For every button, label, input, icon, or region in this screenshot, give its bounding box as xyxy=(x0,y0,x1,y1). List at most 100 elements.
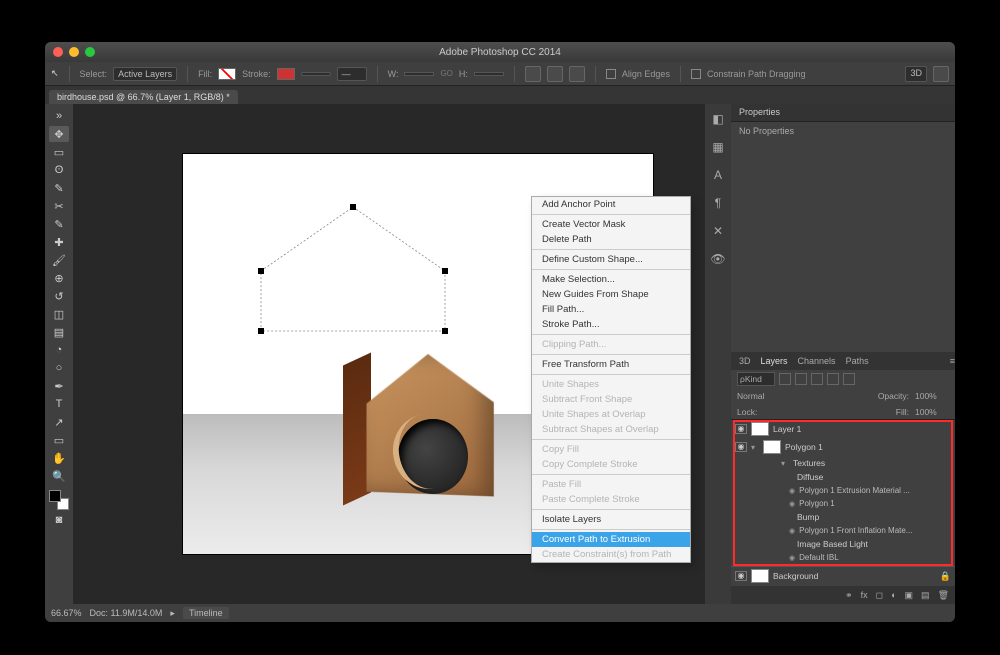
menu-item[interactable]: Create Vector Mask xyxy=(532,217,690,232)
fx-icon[interactable]: fx xyxy=(861,590,868,600)
visibility-icon[interactable]: ◉ xyxy=(789,487,795,495)
lasso-tool[interactable]: ʘ xyxy=(49,162,69,178)
pen-tool[interactable]: ✒ xyxy=(49,378,69,394)
layer-row[interactable]: ◉Layer 1 xyxy=(731,420,955,438)
dodge-tool[interactable]: ○ xyxy=(49,360,69,376)
link-layers-icon[interactable]: ⚭ xyxy=(845,590,853,601)
visibility-icon[interactable]: ◉ xyxy=(789,500,795,508)
quick-selection-tool[interactable]: ✎ xyxy=(49,180,69,196)
search-icon[interactable] xyxy=(933,66,949,82)
layer-row[interactable]: ◉Polygon 1 xyxy=(731,497,955,510)
visibility-icon[interactable]: ◉ xyxy=(735,424,747,434)
crop-tool[interactable]: ✂ xyxy=(49,198,69,214)
document-tab[interactable]: birdhouse.psd @ 66.7% (Layer 1, RGB/8) * xyxy=(49,90,238,104)
tab-layers[interactable]: Layers xyxy=(761,356,788,366)
brush-tool[interactable]: 🖌 xyxy=(49,252,69,268)
delete-layer-icon[interactable]: 🗑 xyxy=(938,590,949,601)
swatches-panel-icon[interactable]: ▦ xyxy=(709,138,727,156)
menu-item[interactable]: Define Custom Shape... xyxy=(532,252,690,267)
blend-mode-dropdown[interactable]: Normal xyxy=(737,391,787,401)
colors-panel-icon[interactable]: ◧ xyxy=(709,110,727,128)
stroke-width-dropdown[interactable] xyxy=(301,72,331,76)
layer-row[interactable]: Image Based Light xyxy=(731,537,955,551)
layer-row[interactable]: ◉Default IBL xyxy=(731,551,955,564)
menu-item[interactable]: Free Transform Path xyxy=(532,357,690,372)
timeline-tab[interactable]: Timeline xyxy=(183,607,229,619)
layer-row[interactable]: Bump xyxy=(731,510,955,524)
layer-row[interactable]: ◉▾Polygon 1 xyxy=(731,438,955,456)
move-tool[interactable]: ✥ xyxy=(49,126,69,142)
menu-item[interactable]: Stroke Path... xyxy=(532,317,690,332)
filter-adjust-icon[interactable] xyxy=(795,373,807,385)
layer-row[interactable]: Diffuse xyxy=(731,470,955,484)
path-operations-icon[interactable] xyxy=(525,66,541,82)
path-alignment-icon[interactable] xyxy=(547,66,563,82)
disclosure-icon[interactable]: ▾ xyxy=(781,459,789,468)
filter-shape-icon[interactable] xyxy=(827,373,839,385)
zoom-tool[interactable]: 🔍 xyxy=(49,468,69,484)
fill-field[interactable]: 100% xyxy=(915,407,949,417)
menu-item[interactable]: New Guides From Shape xyxy=(532,287,690,302)
tab-paths[interactable]: Paths xyxy=(846,356,869,366)
eraser-tool[interactable]: ◫ xyxy=(49,306,69,322)
paragraph-panel-icon[interactable]: ¶ xyxy=(709,194,727,212)
visibility-icon[interactable]: ◉ xyxy=(735,571,747,581)
disclosure-icon[interactable]: ▾ xyxy=(751,443,759,452)
menu-item[interactable]: Delete Path xyxy=(532,232,690,247)
stroke-swatch[interactable] xyxy=(277,68,295,80)
align-edges-checkbox[interactable] xyxy=(606,69,616,79)
rect-marquee-tool[interactable]: ▭ xyxy=(49,144,69,160)
mask-icon[interactable]: ◻ xyxy=(876,590,883,601)
layer-row[interactable]: ▾Textures xyxy=(731,456,955,470)
link-dimensions-icon[interactable]: GO xyxy=(440,69,452,78)
clone-stamp-tool[interactable]: ⊕ xyxy=(49,270,69,286)
new-layer-icon[interactable]: ▤ xyxy=(921,590,930,601)
eye-panel-icon[interactable]: 👁 xyxy=(709,250,727,268)
type-tool[interactable]: T xyxy=(49,396,69,412)
filter-type-icon[interactable] xyxy=(811,373,823,385)
visibility-icon[interactable]: ◉ xyxy=(735,442,747,452)
blur-tool[interactable]: ◔ xyxy=(49,342,69,358)
spot-healing-tool[interactable]: ✚ xyxy=(49,234,69,250)
menu-item[interactable]: Fill Path... xyxy=(532,302,690,317)
height-field[interactable] xyxy=(474,72,504,76)
group-icon[interactable]: ▣ xyxy=(905,590,914,601)
character-panel-icon[interactable]: A xyxy=(709,166,727,184)
tab-channels[interactable]: Channels xyxy=(798,356,836,366)
path-selection-tool[interactable]: ↗ xyxy=(49,414,69,430)
hand-tool[interactable]: ✋ xyxy=(49,450,69,466)
collapse-icon[interactable]: » xyxy=(49,108,69,124)
fill-swatch[interactable] xyxy=(218,68,236,80)
menu-item[interactable]: Make Selection... xyxy=(532,272,690,287)
width-field[interactable] xyxy=(404,72,434,76)
stroke-style-dropdown[interactable]: — xyxy=(337,67,367,81)
path-arrangement-icon[interactable] xyxy=(569,66,585,82)
gradient-tool[interactable]: ▤ xyxy=(49,324,69,340)
history-brush-tool[interactable]: ↺ xyxy=(49,288,69,304)
layer-row[interactable]: ◉Background🔒 xyxy=(731,566,955,585)
properties-tab[interactable]: Properties xyxy=(731,104,955,122)
eyedropper-tool[interactable]: ✎ xyxy=(49,216,69,232)
fg-bg-swatch[interactable] xyxy=(49,490,69,510)
adjustments-panel-icon[interactable]: ✕ xyxy=(709,222,727,240)
visibility-icon[interactable]: ◉ xyxy=(789,527,795,535)
adjustment-icon[interactable]: ◐ xyxy=(891,590,896,600)
filter-smart-icon[interactable] xyxy=(843,373,855,385)
filter-kind-dropdown[interactable]: ρKind xyxy=(737,372,775,386)
rectangle-tool[interactable]: ▭ xyxy=(49,432,69,448)
menu-item[interactable]: Isolate Layers xyxy=(532,512,690,527)
canvas-area[interactable]: Add Anchor Point Create Vector MaskDelete… xyxy=(73,104,705,604)
opacity-field[interactable]: 100% xyxy=(915,391,949,401)
menu-item[interactable]: Add Anchor Point xyxy=(532,197,690,212)
workspace-3d-button[interactable]: 3D xyxy=(905,66,927,82)
path-bounding-box[interactable] xyxy=(253,199,453,339)
filter-pixel-icon[interactable] xyxy=(779,373,791,385)
visibility-icon[interactable]: ◉ xyxy=(789,554,795,562)
constrain-checkbox[interactable] xyxy=(691,69,701,79)
layer-row[interactable]: ◉Polygon 1 Front Inflation Mate... xyxy=(731,524,955,537)
quick-mask-tool[interactable]: ◙ xyxy=(49,512,69,528)
layer-row[interactable]: ◉Polygon 1 Extrusion Material ... xyxy=(731,484,955,497)
zoom-level[interactable]: 66.67% xyxy=(51,608,82,618)
panel-menu-icon[interactable]: ≡ xyxy=(950,356,955,366)
select-mode-dropdown[interactable]: Active Layers xyxy=(113,67,177,81)
